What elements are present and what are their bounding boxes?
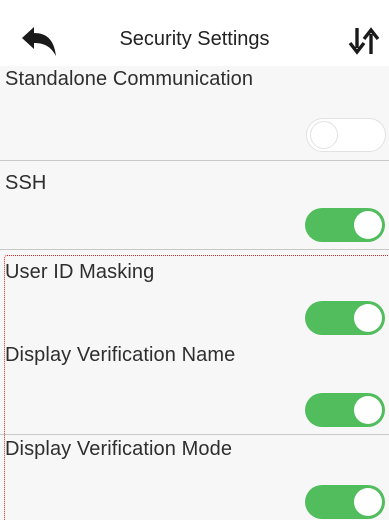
toggle-knob (354, 211, 382, 239)
toggle-knob (354, 304, 382, 332)
user-id-masking-toggle[interactable] (305, 301, 385, 335)
toggle-knob (354, 488, 382, 516)
setting-row-user-id-masking: User ID Masking (0, 250, 389, 341)
display-verification-name-toggle[interactable] (305, 393, 385, 427)
page-title: Security Settings (119, 28, 270, 50)
display-verification-mode-toggle[interactable] (305, 485, 385, 519)
setting-label: Display Verification Mode (5, 438, 233, 460)
sort-button[interactable] (347, 26, 381, 56)
setting-label: User ID Masking (5, 261, 155, 283)
header-bar: Security Settings (0, 0, 389, 66)
standalone-communication-toggle[interactable] (306, 118, 386, 152)
sort-arrows-icon (348, 27, 380, 55)
setting-label: Display Verification Name (5, 344, 236, 366)
setting-row-display-verification-mode: Display Verification Mode (0, 435, 389, 520)
setting-label: Standalone Communication (5, 68, 254, 90)
ssh-toggle[interactable] (305, 208, 385, 242)
toggle-knob (354, 396, 382, 424)
setting-row-ssh: SSH (0, 161, 389, 249)
setting-row-display-verification-name: Display Verification Name (0, 341, 389, 434)
setting-label: SSH (5, 172, 47, 194)
security-settings-screen: Security Settings Standalone Communicati… (0, 0, 389, 520)
toggle-knob (310, 120, 338, 149)
setting-row-standalone-communication: Standalone Communication (0, 66, 389, 160)
